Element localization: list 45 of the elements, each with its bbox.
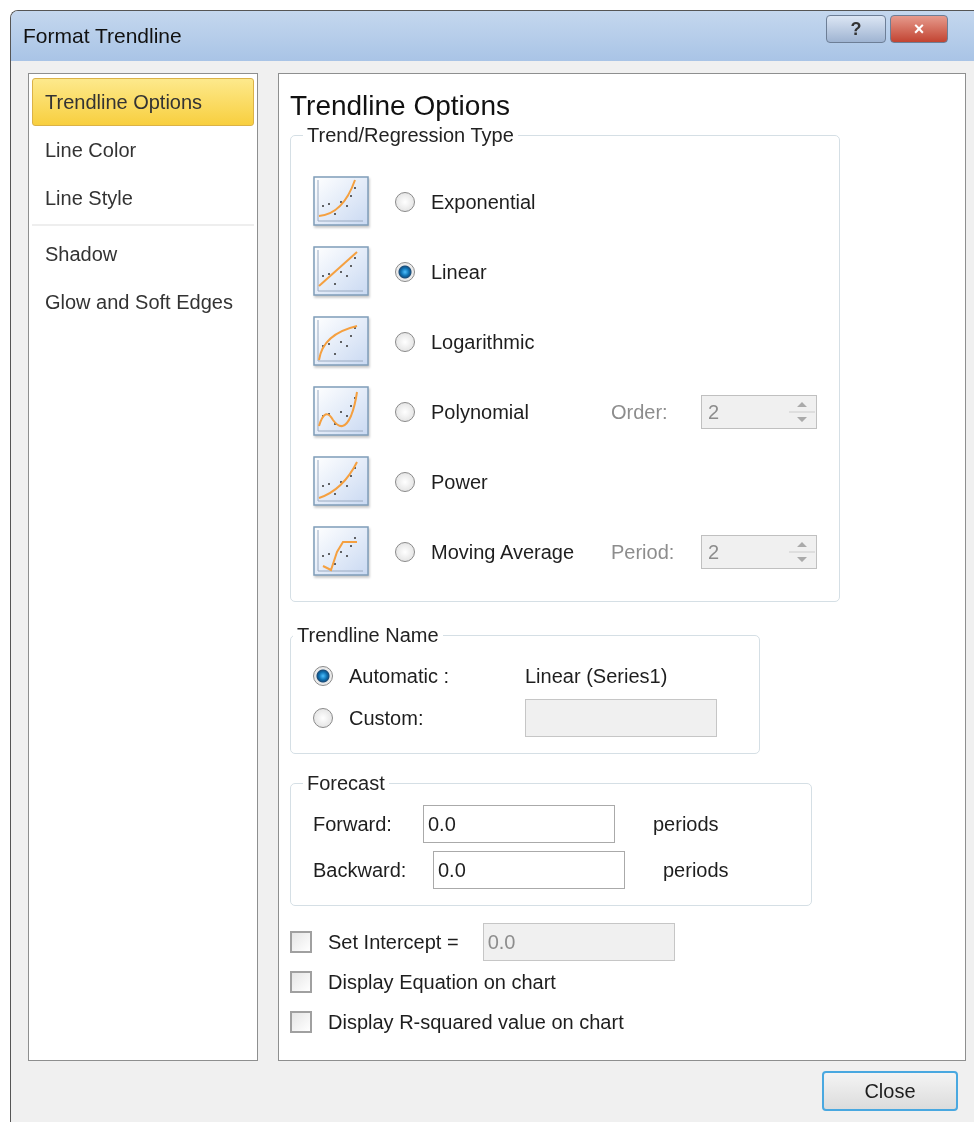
group-title: Trendline Name: [296, 624, 440, 647]
radio-button[interactable]: [395, 472, 415, 492]
unit-label: periods: [653, 812, 719, 836]
radio-label[interactable]: Logarithmic: [431, 330, 611, 354]
group-title: Trend/Regression Type: [306, 124, 515, 147]
period-field[interactable]: 0.0: [423, 805, 615, 843]
radio-button[interactable]: [395, 192, 415, 212]
period-field[interactable]: 0.0: [433, 851, 625, 889]
help-button[interactable]: ?: [826, 15, 886, 43]
checkbox[interactable]: [290, 1011, 312, 1033]
sidebar-item[interactable]: Glow and Soft Edges: [32, 278, 254, 326]
radio-button[interactable]: [313, 666, 333, 686]
close-button[interactable]: Close: [822, 1071, 958, 1111]
unit-label: periods: [663, 858, 729, 882]
radio-button[interactable]: [395, 542, 415, 562]
radio-label[interactable]: Moving Average: [431, 540, 611, 564]
sidebar-item[interactable]: Trendline Options: [32, 78, 254, 126]
trend-chart-icon: [313, 246, 371, 298]
field-label: Order:: [611, 400, 669, 424]
radio-label[interactable]: Linear: [431, 260, 611, 284]
name-value: Linear (Series1): [525, 664, 668, 688]
radio-label[interactable]: Polynomial: [431, 400, 611, 424]
checkbox-label[interactable]: Display Equation on chart: [328, 970, 556, 994]
panel-heading: Trendline Options: [290, 90, 511, 122]
field-label: Backward:: [313, 858, 408, 882]
sidebar-item[interactable]: Shadow: [32, 230, 254, 278]
radio-label[interactable]: Exponential: [431, 190, 611, 214]
checkbox-label[interactable]: Display R-squared value on chart: [328, 1010, 624, 1034]
trend-chart-icon: [313, 386, 371, 438]
checkbox[interactable]: [290, 971, 312, 993]
radio-button[interactable]: [395, 332, 415, 352]
radio-label[interactable]: Automatic :: [349, 664, 525, 688]
trend-chart-icon: [313, 526, 371, 578]
field-label: Forward:: [313, 812, 393, 836]
trend-chart-icon: [313, 456, 371, 508]
sidebar-item[interactable]: Line Style: [32, 174, 254, 222]
group-title: Forecast: [306, 772, 386, 795]
trend-chart-icon: [313, 176, 371, 228]
radio-button[interactable]: [395, 402, 415, 422]
field-label: Period:: [611, 540, 676, 564]
window-title: Format Trendline: [23, 24, 182, 48]
radio-button[interactable]: [395, 262, 415, 282]
sidebar-item[interactable]: Line Color: [32, 126, 254, 174]
radio-label[interactable]: Power: [431, 470, 611, 494]
trend-chart-icon: [313, 316, 371, 368]
